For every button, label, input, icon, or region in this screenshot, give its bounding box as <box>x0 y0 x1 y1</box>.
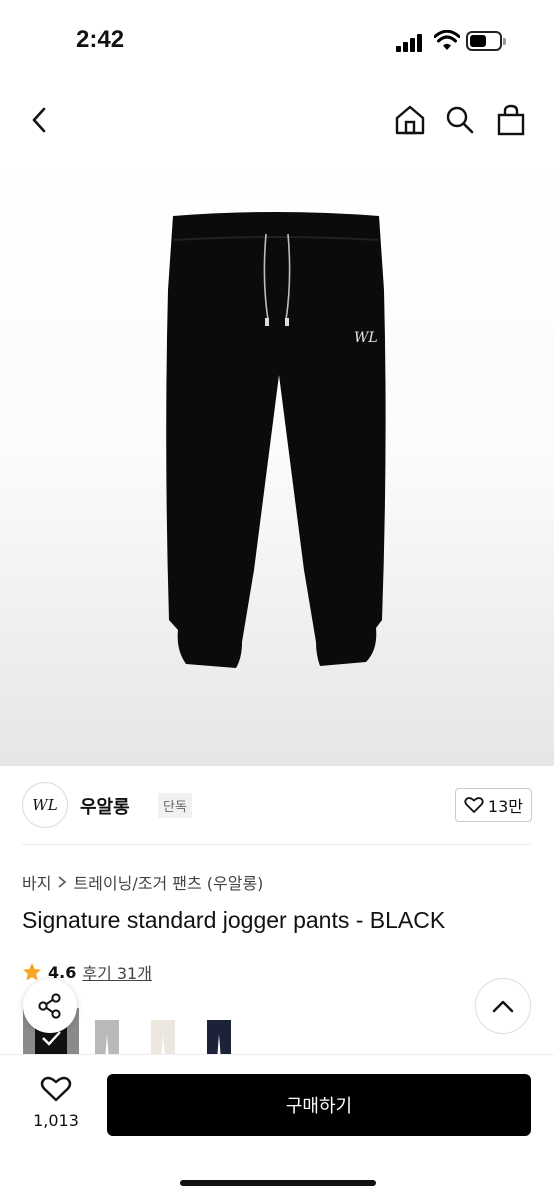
ivory-pants-thumbnail <box>151 1020 175 1060</box>
chevron-right-icon <box>58 876 67 888</box>
share-icon <box>38 993 61 1019</box>
jogger-pants-image: WL <box>166 212 386 668</box>
breadcrumb: 바지 트레이닝/조거 팬츠 (우알롱) <box>22 870 263 894</box>
swatch-navy[interactable] <box>191 1008 247 1060</box>
product-page: 2:42 WL WL 우알롱 단독 13만 바지 트레이닝/조거 팬츠 (우알롱… <box>0 0 554 1200</box>
battery-icon <box>466 31 506 51</box>
bag-icon <box>497 104 525 136</box>
search-icon <box>446 106 474 134</box>
brand-like-count: 13만 <box>487 797 523 816</box>
navy-pants-thumbnail <box>207 1020 231 1060</box>
brand-like-button[interactable]: 13만 <box>454 788 532 822</box>
swatch-ivory[interactable] <box>135 1008 191 1060</box>
status-bar: 2:42 <box>0 0 554 84</box>
breadcrumb-subcategory[interactable]: 트레이닝/조거 팬츠 (우알롱) <box>73 870 263 894</box>
brand-logo[interactable]: WL <box>22 782 68 828</box>
swatch-gray[interactable] <box>79 1008 135 1060</box>
chevron-left-icon <box>32 107 46 133</box>
svg-text:WL: WL <box>354 330 378 346</box>
brand-name[interactable]: 우알롱 <box>80 793 130 819</box>
breadcrumb-category[interactable]: 바지 <box>22 870 51 894</box>
home-indicator <box>180 1180 376 1186</box>
divider <box>22 844 532 845</box>
home-button[interactable] <box>392 102 428 138</box>
wishlist-button[interactable]: 1,013 <box>26 1075 86 1130</box>
search-button[interactable] <box>442 102 478 138</box>
product-image[interactable]: WL <box>0 150 554 766</box>
back-button[interactable] <box>22 102 58 138</box>
wishlist-count: 1,013 <box>33 1111 79 1130</box>
buy-button[interactable]: 구매하기 <box>107 1074 531 1136</box>
gray-pants-thumbnail <box>95 1020 119 1060</box>
product-title: Signature standard jogger pants - BLACK <box>22 907 446 933</box>
status-time: 2:42 <box>76 26 125 53</box>
wifi-icon <box>434 30 460 50</box>
exclusive-badge: 단독 <box>158 793 192 818</box>
share-button[interactable] <box>23 979 77 1033</box>
home-icon <box>395 105 425 135</box>
reviews-link[interactable]: 후기 31개 <box>82 960 152 984</box>
cart-button[interactable] <box>493 102 529 138</box>
heart-icon <box>40 1076 72 1102</box>
bottom-bar: 1,013 구매하기 <box>0 1054 554 1200</box>
scroll-top-button[interactable] <box>475 978 531 1034</box>
star-icon <box>23 963 41 981</box>
cellular-signal-icon <box>396 32 426 52</box>
chevron-up-icon <box>492 1000 514 1013</box>
top-nav <box>0 96 554 146</box>
brand-row: WL 우알롱 단독 13만 <box>22 782 532 830</box>
heart-icon <box>464 797 484 813</box>
